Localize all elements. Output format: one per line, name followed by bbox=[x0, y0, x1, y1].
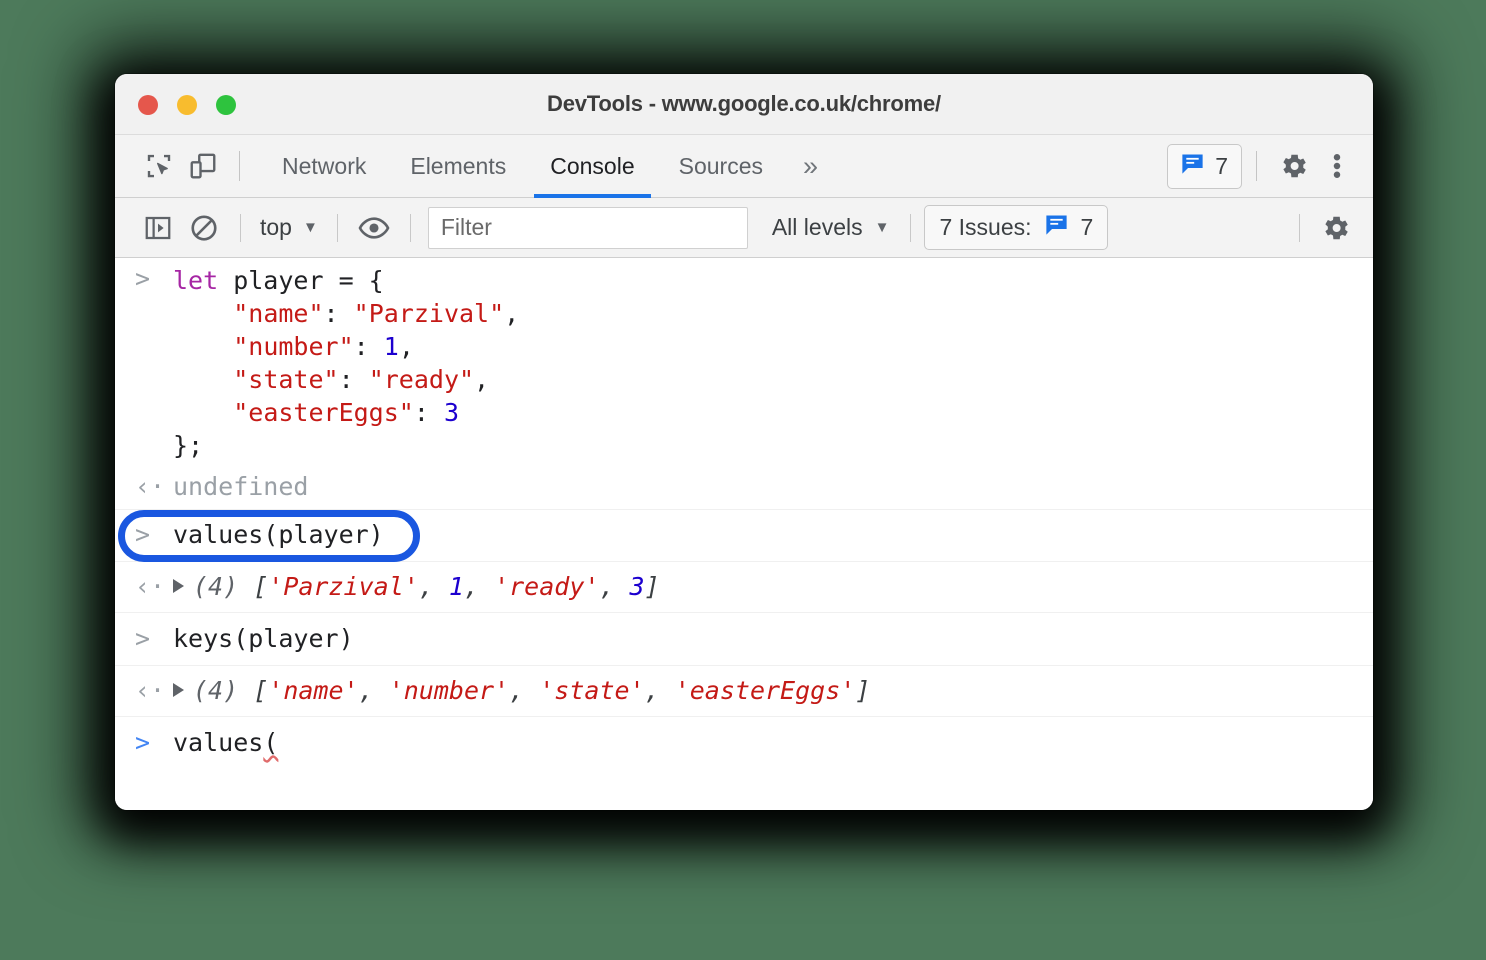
tab-network[interactable]: Network bbox=[260, 135, 388, 198]
console-result-row-values[interactable]: ‹· (4) ['Parzival', 1, 'ready', 3] bbox=[115, 562, 1373, 613]
console-toolbar-divider bbox=[240, 214, 241, 242]
devtools-tab-bar: Network Elements Console Sources » 7 bbox=[115, 135, 1373, 198]
output-arrow-icon-3: ‹· bbox=[135, 674, 169, 707]
filter-placeholder: Filter bbox=[441, 214, 492, 241]
console-toolbar-divider-5 bbox=[1299, 214, 1300, 242]
chevron-down-icon-levels: ▼ bbox=[875, 220, 890, 235]
issues-message-icon bbox=[1179, 150, 1206, 183]
toolbar-divider bbox=[239, 151, 240, 181]
more-tabs-icon[interactable]: » bbox=[785, 135, 836, 198]
console-toolbar-divider-3 bbox=[410, 214, 411, 242]
more-options-icon[interactable] bbox=[1317, 143, 1357, 189]
device-toolbar-icon[interactable] bbox=[181, 144, 225, 188]
console-command-keys-player: keys(player) bbox=[173, 622, 1373, 655]
console-prompt-typed: values bbox=[173, 728, 263, 757]
issues-badge-count: 7 bbox=[1215, 153, 1228, 180]
chevron-down-icon: ▼ bbox=[303, 220, 318, 235]
prompt-chevron-icon-3: > bbox=[135, 622, 169, 655]
console-input-row-values-player[interactable]: > values(player) bbox=[115, 510, 1373, 562]
console-output-row-undefined: ‹· undefined bbox=[115, 466, 1373, 510]
tab-console[interactable]: Console bbox=[528, 135, 656, 198]
tab-elements-label: Elements bbox=[410, 153, 506, 180]
log-levels-label: All levels bbox=[772, 214, 863, 241]
window-title: DevTools - www.google.co.uk/chrome/ bbox=[115, 91, 1373, 117]
active-prompt-chevron-icon: > bbox=[135, 726, 169, 759]
filter-input[interactable]: Filter bbox=[428, 207, 748, 249]
tab-console-label: Console bbox=[550, 153, 634, 180]
console-result-row-keys[interactable]: ‹· (4) ['name', 'number', 'state', 'east… bbox=[115, 666, 1373, 717]
tab-sources-label: Sources bbox=[679, 153, 763, 180]
tab-elements[interactable]: Elements bbox=[388, 135, 528, 198]
console-command-values-player: values(player) bbox=[173, 510, 1373, 551]
title-bar: DevTools - www.google.co.uk/chrome/ bbox=[115, 74, 1373, 135]
console-sidebar-icon[interactable] bbox=[135, 205, 181, 251]
console-toolbar-right bbox=[1286, 205, 1359, 251]
console-toolbar: top ▼ Filter All levels ▼ 7 Issues: bbox=[115, 198, 1373, 258]
console-input-row[interactable]: > let player = { "name": "Parzival", "nu… bbox=[115, 258, 1373, 466]
log-levels-select[interactable]: All levels ▼ bbox=[764, 214, 898, 241]
console-settings-icon[interactable] bbox=[1313, 205, 1359, 251]
console-input-code: let player = { "name": "Parzival", "numb… bbox=[173, 264, 1373, 462]
issues-counter-count: 7 bbox=[1081, 214, 1094, 241]
console-toolbar-divider-2 bbox=[337, 214, 338, 242]
array-length-label: (4) bbox=[193, 572, 253, 601]
inspect-element-icon[interactable] bbox=[137, 144, 181, 188]
live-expression-icon[interactable] bbox=[351, 205, 397, 251]
console-array-result-values: (4) ['Parzival', 1, 'ready', 3] bbox=[173, 570, 1373, 603]
output-arrow-icon: ‹· bbox=[135, 470, 169, 503]
console-undefined-value: undefined bbox=[173, 470, 1373, 503]
tab-sources[interactable]: Sources bbox=[657, 135, 785, 198]
issues-badge-button[interactable]: 7 bbox=[1167, 144, 1242, 189]
console-prompt-tail: ( bbox=[263, 728, 278, 757]
console-prompt-row[interactable]: > values( bbox=[115, 717, 1373, 759]
gear-icon[interactable] bbox=[1271, 143, 1317, 189]
console-output[interactable]: > let player = { "name": "Parzival", "nu… bbox=[115, 258, 1373, 810]
issues-counter-label: 7 Issues: bbox=[939, 214, 1031, 241]
console-input-row-keys-player[interactable]: > keys(player) bbox=[115, 613, 1373, 666]
expand-arrow-icon-2[interactable] bbox=[173, 683, 184, 697]
execution-context-select[interactable]: top ▼ bbox=[254, 214, 324, 241]
tab-network-label: Network bbox=[282, 153, 366, 180]
prompt-chevron-icon: > bbox=[135, 262, 169, 295]
issues-message-icon-2 bbox=[1043, 211, 1070, 244]
expand-arrow-icon[interactable] bbox=[173, 579, 184, 593]
array-length-label-2: (4) bbox=[193, 676, 253, 705]
execution-context-label: top bbox=[260, 214, 292, 241]
console-array-result-keys: (4) ['name', 'number', 'state', 'easterE… bbox=[173, 674, 1373, 707]
output-arrow-icon-2: ‹· bbox=[135, 570, 169, 603]
tab-bar-actions: 7 bbox=[1167, 143, 1373, 189]
devtools-window: DevTools - www.google.co.uk/chrome/ Netw… bbox=[115, 74, 1373, 810]
issues-counter-button[interactable]: 7 Issues: 7 bbox=[924, 205, 1108, 250]
prompt-chevron-icon-2: > bbox=[135, 518, 169, 551]
clear-console-icon[interactable] bbox=[181, 205, 227, 251]
tab-bar-divider bbox=[1256, 151, 1257, 181]
console-prompt-text[interactable]: values( bbox=[173, 726, 1373, 759]
panel-tabs: Network Elements Console Sources » bbox=[260, 135, 836, 198]
console-toolbar-divider-4 bbox=[910, 214, 911, 242]
